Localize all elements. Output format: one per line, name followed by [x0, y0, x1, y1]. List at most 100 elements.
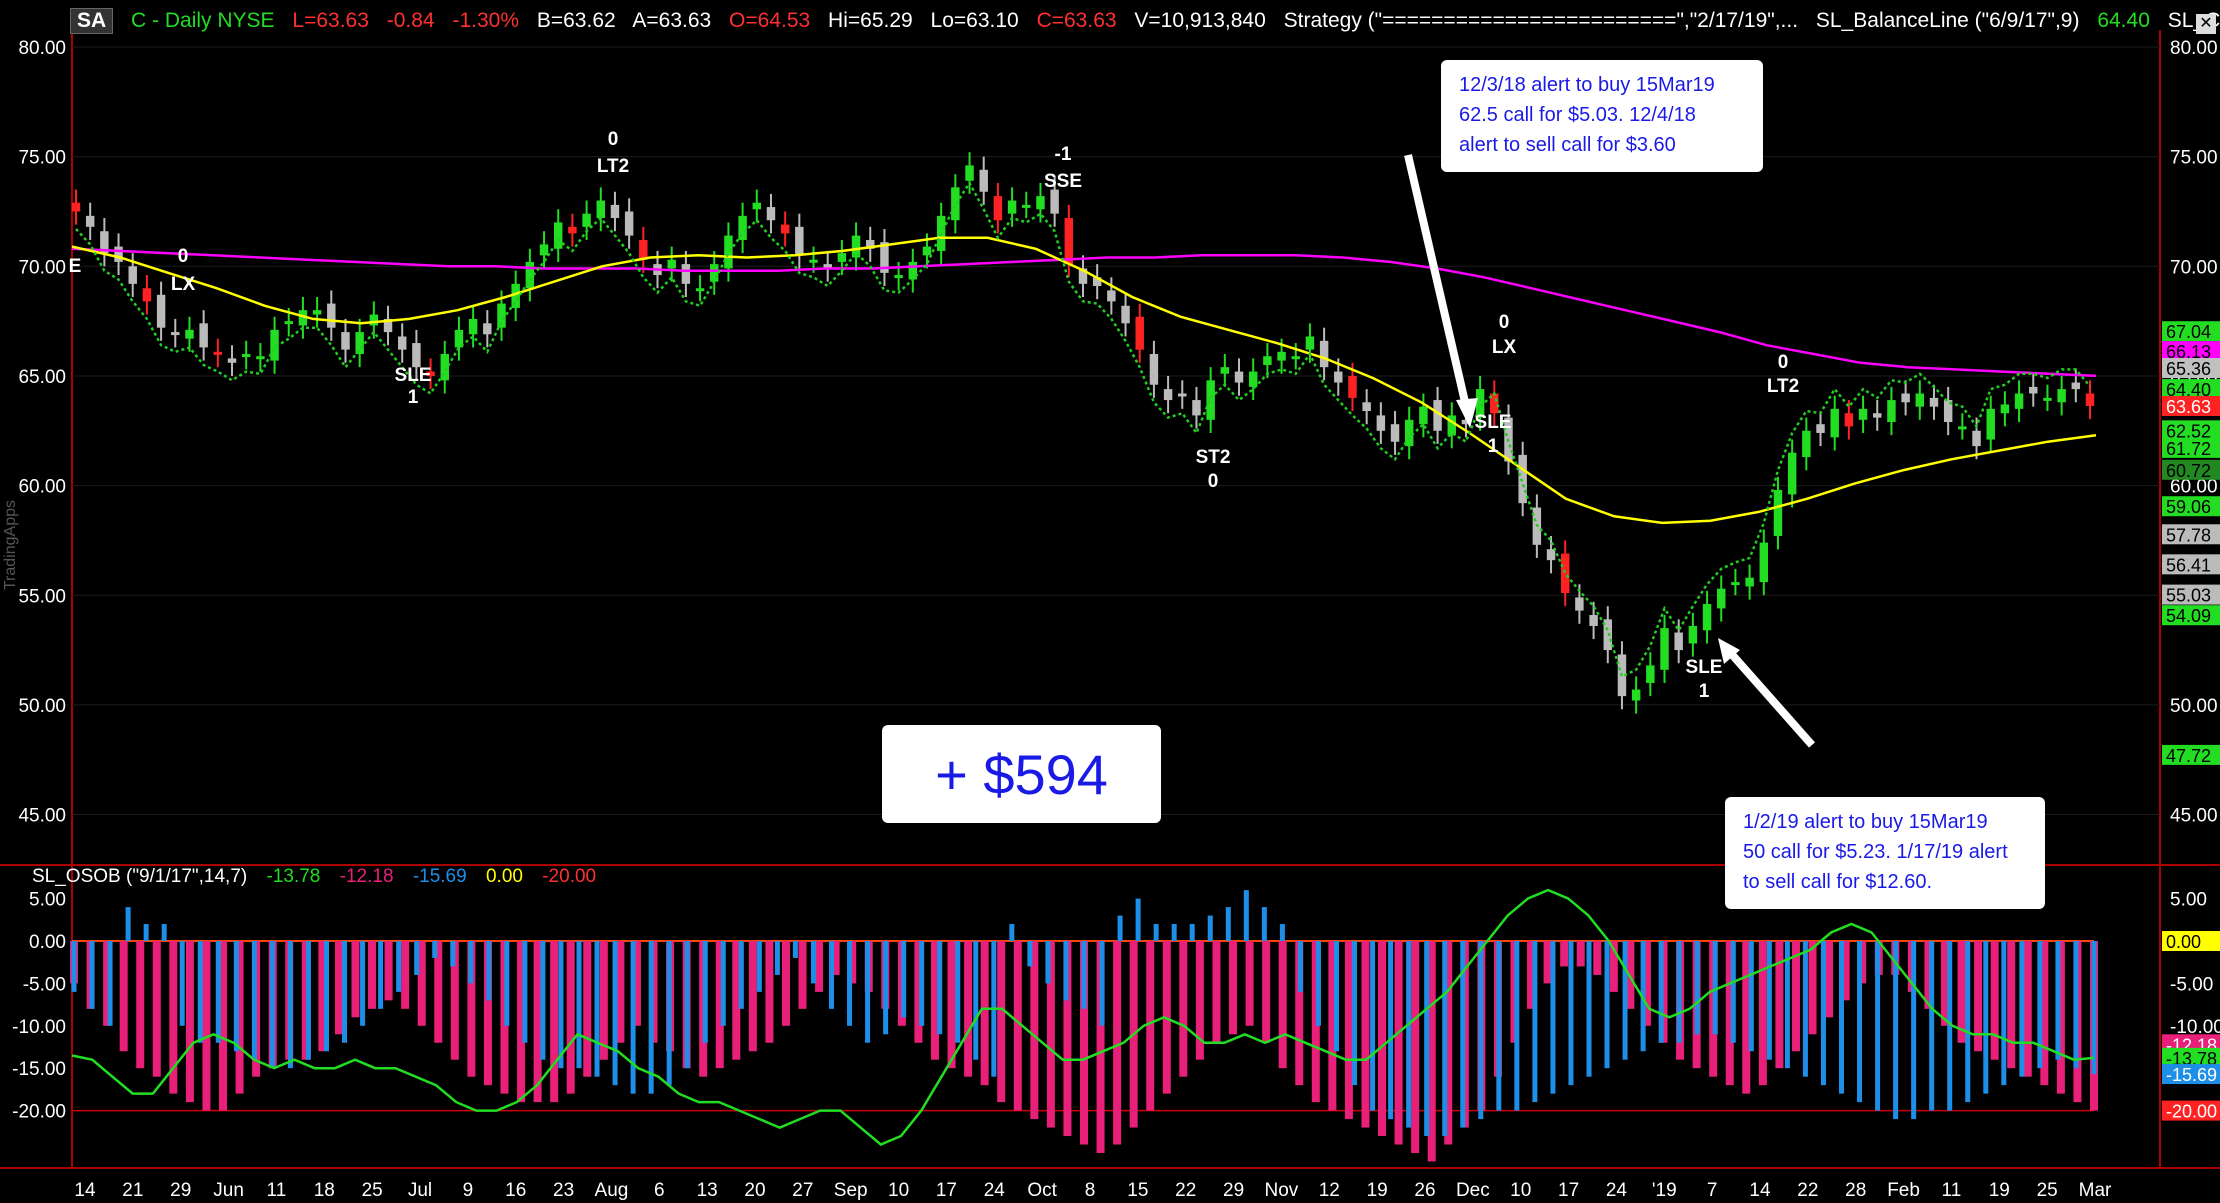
x-tick: Sep: [834, 1180, 868, 1201]
price-label-text: 63.63: [2166, 397, 2211, 417]
close-icon[interactable]: ✕: [2196, 14, 2216, 34]
candle-body: [695, 288, 705, 292]
candle-body: [1660, 628, 1669, 670]
osob-blue-bar: [630, 941, 636, 1094]
osob-blue-bar: [143, 924, 149, 941]
sub-y-tick-right: -5.00: [2170, 974, 2213, 995]
osob-pink-bar: [152, 941, 161, 1077]
candle-body: [1702, 604, 1712, 631]
candle-body: [1234, 371, 1244, 383]
candle-body: [1787, 452, 1797, 495]
note-line: 50 call for $5.23. 1/17/19 alert: [1743, 841, 2008, 863]
balance-line-value: 64.40: [2097, 9, 2150, 32]
candle-body: [1064, 218, 1074, 265]
osob-blue-bar: [1514, 941, 1520, 1111]
signal-label: 1: [408, 387, 419, 408]
bid-price: B=63.62: [536, 9, 616, 32]
osob-blue-bar: [1748, 941, 1754, 1052]
osob-blue-bar: [666, 941, 672, 1086]
x-tick: 17: [936, 1180, 957, 1201]
candle-body: [1631, 689, 1641, 701]
osob-blue-bar: [1063, 941, 1069, 1001]
osob-blue-bar: [1135, 898, 1141, 941]
osob-blue-bar: [360, 941, 366, 1026]
osob-blue-bar: [702, 941, 708, 1043]
candle-body: [539, 244, 549, 256]
candle-body: [199, 323, 208, 348]
candle-body: [582, 213, 591, 227]
osob-pink-bar: [583, 941, 592, 1077]
x-tick: 10: [888, 1180, 909, 1201]
y-tick-right: 75.00: [2170, 148, 2218, 169]
candle-body: [468, 318, 478, 335]
osob-blue-bar: [1207, 915, 1213, 941]
candle-body: [780, 224, 790, 234]
osob-blue-bar: [215, 941, 221, 1043]
note-line: to sell call for $12.60.: [1743, 871, 1932, 893]
candle-body: [667, 259, 676, 269]
osob-blue-bar: [756, 941, 762, 992]
candle-body: [2071, 382, 2081, 390]
strategy-label: Strategy ("========================","2/…: [1283, 9, 1799, 32]
close-price: C=63.63: [1036, 9, 1117, 32]
subpanel-v2: -12.18: [339, 866, 394, 887]
y-tick-right: 80.00: [2170, 38, 2218, 59]
osob-blue-bar: [1965, 941, 1971, 1103]
candle-body: [1036, 196, 1045, 210]
osob-label-text: 0.00: [2166, 932, 2201, 952]
signal-label: LT2: [597, 156, 629, 177]
candle-body: [681, 264, 691, 284]
osob-blue-bar: [1496, 941, 1502, 1111]
price-label-text: 61.72: [2166, 439, 2211, 459]
candle-body: [171, 332, 180, 336]
osob-blue-bar: [486, 941, 492, 1001]
candle-body: [1007, 200, 1017, 214]
osob-label-text: -15.69: [2166, 1065, 2217, 1085]
sub-y-tick-left: -5.00: [23, 974, 66, 995]
candle-body: [1121, 305, 1130, 324]
osob-blue-bar: [1352, 941, 1358, 1086]
sub-y-tick-left: -10.00: [12, 1017, 66, 1038]
x-tick: 25: [2037, 1180, 2058, 1201]
signal-label: ST2: [1196, 447, 1231, 468]
osob-blue-bar: [1586, 941, 1592, 1077]
candle-body: [894, 275, 903, 279]
osob-pink-bar: [599, 941, 608, 1060]
candle-body: [1149, 354, 1159, 385]
symbol-box[interactable]: SA: [70, 8, 114, 34]
high-price: Hi=65.29: [828, 9, 913, 32]
candle-body: [1773, 489, 1783, 537]
osob-blue-bar: [648, 941, 654, 1094]
osob-blue-bar: [810, 941, 816, 984]
x-tick: 26: [1414, 1180, 1435, 1201]
candle-body: [1759, 542, 1769, 583]
signal-label: LX: [1492, 337, 1517, 358]
osob-pink-bar: [1344, 941, 1353, 1120]
candle-body: [1163, 389, 1173, 401]
x-tick: 17: [1558, 1180, 1579, 1201]
candle-body: [1986, 408, 1995, 440]
candle-body: [71, 202, 81, 212]
x-tick: Mar: [2079, 1180, 2112, 1201]
candle-body: [312, 310, 322, 315]
osob-blue-bar: [305, 941, 311, 1060]
y-tick-right: 45.00: [2170, 806, 2218, 827]
osob-pink-bar: [351, 941, 360, 1018]
osob-pink-bar: [1394, 941, 1403, 1145]
osob-pink-bar: [1576, 941, 1585, 967]
x-tick: 12: [1319, 1180, 1340, 1201]
signal-label: SLE: [1475, 412, 1512, 433]
osob-pink-bar: [1245, 941, 1254, 1026]
osob-blue-bar: [1009, 924, 1015, 941]
osob-blue-bar: [504, 941, 510, 1026]
osob-blue-bar: [71, 941, 77, 992]
candle-body: [341, 332, 350, 350]
candle-body: [412, 343, 421, 368]
osob-blue-bar: [450, 941, 456, 967]
osob-blue-bar: [1550, 941, 1556, 1094]
signal-label: 0: [1208, 471, 1219, 492]
x-tick: 24: [984, 1180, 1006, 1201]
osob-blue-bar: [1820, 941, 1826, 1086]
price-label-text: 56.41: [2166, 555, 2211, 575]
osob-blue-bar: [1081, 941, 1087, 1009]
